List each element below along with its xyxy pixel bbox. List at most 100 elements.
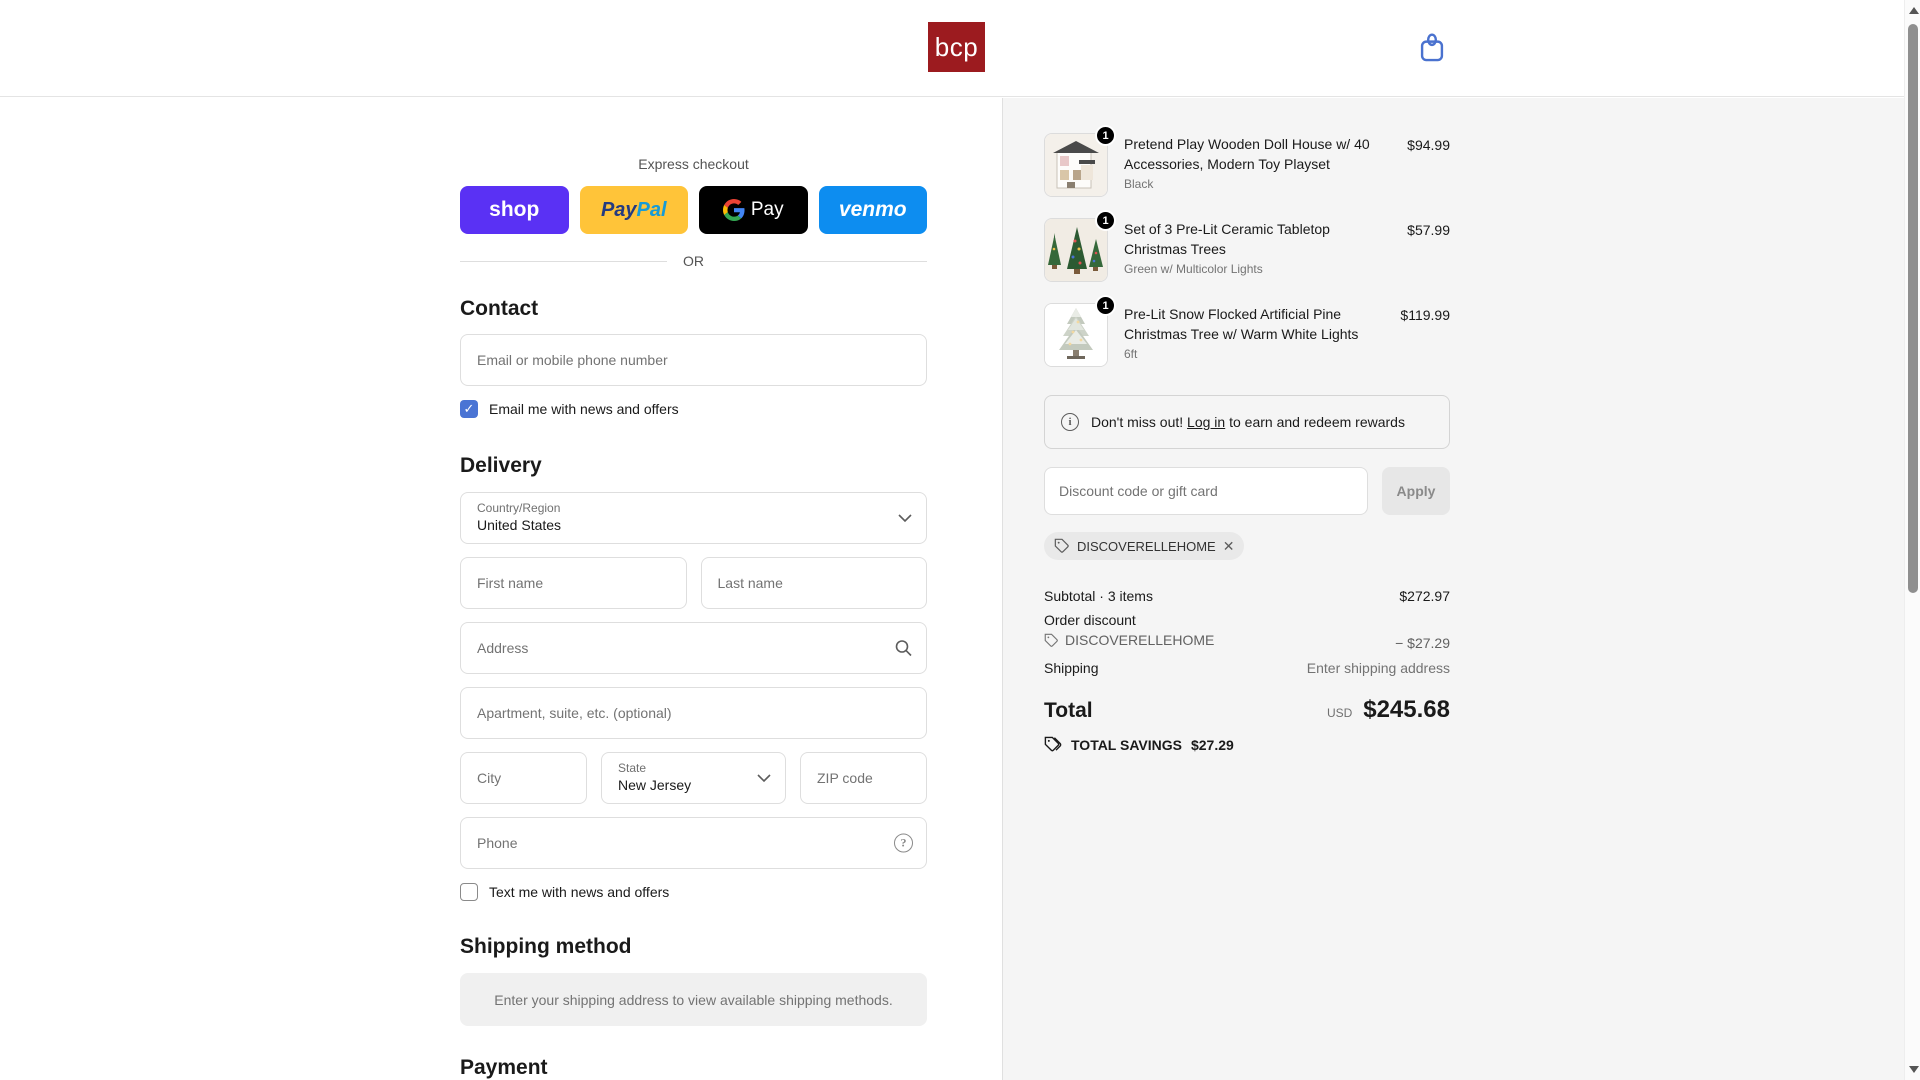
item-price: $57.99 (1407, 222, 1450, 238)
discount-code-input[interactable] (1044, 467, 1368, 515)
newsletter-checkbox[interactable]: ✓ (460, 400, 478, 418)
total-value: $245.68 (1363, 695, 1450, 723)
checkout-form-panel: Express checkout shop PayPal Pay venmo O… (0, 98, 1002, 1080)
subtotal-label: Subtotal · 3 items (1044, 588, 1153, 604)
order-discount-label: Order discount (1044, 612, 1136, 628)
address-input[interactable] (460, 622, 927, 674)
city-input[interactable] (460, 752, 587, 804)
item-variant: Green w/ Multicolor Lights (1124, 262, 1263, 277)
savings-value: $27.29 (1190, 736, 1234, 753)
or-divider: OR (460, 253, 927, 269)
header: bcp (0, 0, 1920, 97)
email-field-wrap (460, 334, 927, 386)
address-field-wrap (460, 622, 927, 674)
discount-code-line: DISCOVERELLEHOME (1065, 632, 1215, 648)
apply-discount-button[interactable]: Apply (1382, 467, 1450, 515)
quantity-badge: 1 (1095, 125, 1116, 146)
country-select[interactable]: Country/Region United States (460, 492, 927, 544)
total-savings: TOTAL SAVINGS $27.29 (1044, 736, 1450, 754)
paypal-logo: PayPal (600, 198, 667, 221)
rewards-text: Don't miss out! Log in to earn and redee… (1091, 414, 1405, 430)
checkout-page: bcp Express checkout shop PayPal Pay ven… (0, 0, 1920, 1080)
scrollbar-down-arrow[interactable] (1909, 1066, 1919, 1073)
total-label: Total (1044, 698, 1093, 722)
shop-pay-logo: shop (489, 198, 540, 221)
store-logo[interactable]: bcp (928, 22, 985, 72)
payment-heading: Payment (460, 1056, 548, 1079)
item-variant: Black (1124, 177, 1154, 192)
shipping-method-empty-state: Enter your shipping address to view avai… (460, 973, 927, 1026)
discount-code-text: DISCOVERELLEHOME (1077, 538, 1216, 554)
cart-item: 1 Pre-Lit Snow Flocked Artificial Pine C… (1044, 295, 1450, 367)
tags-icon (1044, 736, 1062, 754)
currency-code: USD (1327, 705, 1353, 720)
newsletter-label: Email me with news and offers (489, 401, 679, 417)
state-label: State (618, 761, 647, 775)
google-pay-button[interactable]: Pay (699, 186, 808, 234)
state-value: New Jersey (618, 777, 692, 793)
item-variant: 6ft (1124, 347, 1138, 362)
venmo-logo: venmo (838, 198, 907, 221)
remove-discount-button[interactable]: ✕ (1223, 539, 1235, 553)
zip-input[interactable] (800, 752, 927, 804)
item-title: Pre-Lit Snow Flocked Artificial Pine Chr… (1124, 306, 1359, 342)
discount-entry: Apply (1044, 467, 1450, 515)
shop-pay-button[interactable]: shop (460, 186, 569, 234)
cost-summary: Subtotal · 3 items $272.97 Order discoun… (1044, 588, 1450, 754)
delivery-heading: Delivery (460, 454, 542, 477)
paypal-button[interactable]: PayPal (579, 186, 688, 234)
newsletter-optin[interactable]: ✓ Email me with news and offers (460, 400, 927, 418)
discount-amount: − $27.29 (1395, 634, 1450, 651)
tag-icon (1054, 538, 1070, 554)
apartment-input[interactable] (460, 687, 927, 739)
express-checkout-title: Express checkout (638, 156, 749, 172)
subtotal-value: $272.97 (1399, 588, 1450, 604)
country-label: Country/Region (477, 501, 561, 515)
phone-input[interactable] (460, 817, 927, 869)
phone-help-icon[interactable]: ? (894, 833, 913, 853)
order-summary-panel: 1 Pretend Play Wooden Doll House w/ 40 A… (1002, 98, 1920, 1080)
city-state-zip-row: State New Jersey (460, 752, 927, 804)
chevron-down-icon (898, 514, 912, 523)
cart-item: 1 Pretend Play Wooden Doll House w/ 40 A… (1044, 125, 1450, 197)
search-icon (894, 639, 913, 658)
express-checkout-buttons: shop PayPal Pay venmo (460, 186, 927, 234)
first-name-input[interactable] (460, 557, 687, 609)
item-title: Pretend Play Wooden Doll House w/ 40 Acc… (1124, 136, 1370, 172)
last-name-input[interactable] (700, 557, 927, 609)
page-scrollbar[interactable] (1904, 0, 1920, 1080)
email-input[interactable] (460, 334, 927, 386)
cart-item: 1 Set of 3 Pre-Lit Ceramic Tabletop Chri… (1044, 210, 1450, 282)
sms-label: Text me with news and offers (489, 884, 670, 900)
quantity-badge: 1 (1095, 295, 1116, 316)
country-value: United States (477, 517, 562, 533)
shipping-label: Shipping (1044, 659, 1099, 676)
phone-field-wrap: ? (460, 817, 927, 869)
google-g-icon (722, 199, 745, 221)
item-title: Set of 3 Pre-Lit Ceramic Tabletop Christ… (1124, 221, 1330, 257)
item-price: $94.99 (1407, 137, 1450, 153)
savings-label: TOTAL SAVINGS (1071, 736, 1182, 753)
applied-discount-chip: DISCOVERELLEHOME ✕ (1044, 532, 1245, 560)
google-pay-label: Pay (750, 199, 784, 220)
state-select[interactable]: State New Jersey (601, 752, 786, 804)
quantity-badge: 1 (1095, 210, 1116, 231)
sms-checkbox[interactable] (460, 883, 478, 901)
scrollbar-thumb[interactable] (1908, 24, 1918, 593)
venmo-button[interactable]: venmo (818, 186, 927, 234)
contact-heading: Contact (460, 297, 539, 320)
scrollbar-up-arrow[interactable] (1909, 7, 1919, 14)
log-in-link[interactable]: Log in (1187, 414, 1225, 430)
shopping-bag-icon (1415, 29, 1451, 67)
item-price: $119.99 (1400, 307, 1450, 323)
shipping-value: Enter shipping address (1306, 659, 1450, 676)
tag-icon (1044, 633, 1059, 648)
info-icon: i (1061, 413, 1079, 431)
rewards-banner: i Don't miss out! Log in to earn and red… (1044, 395, 1450, 449)
sms-optin[interactable]: Text me with news and offers (460, 883, 927, 901)
chevron-down-icon (757, 774, 771, 783)
name-row (460, 544, 927, 609)
cart-button[interactable] (1415, 28, 1451, 68)
shipping-method-heading: Shipping method (460, 935, 632, 958)
apartment-field-wrap (460, 687, 927, 739)
